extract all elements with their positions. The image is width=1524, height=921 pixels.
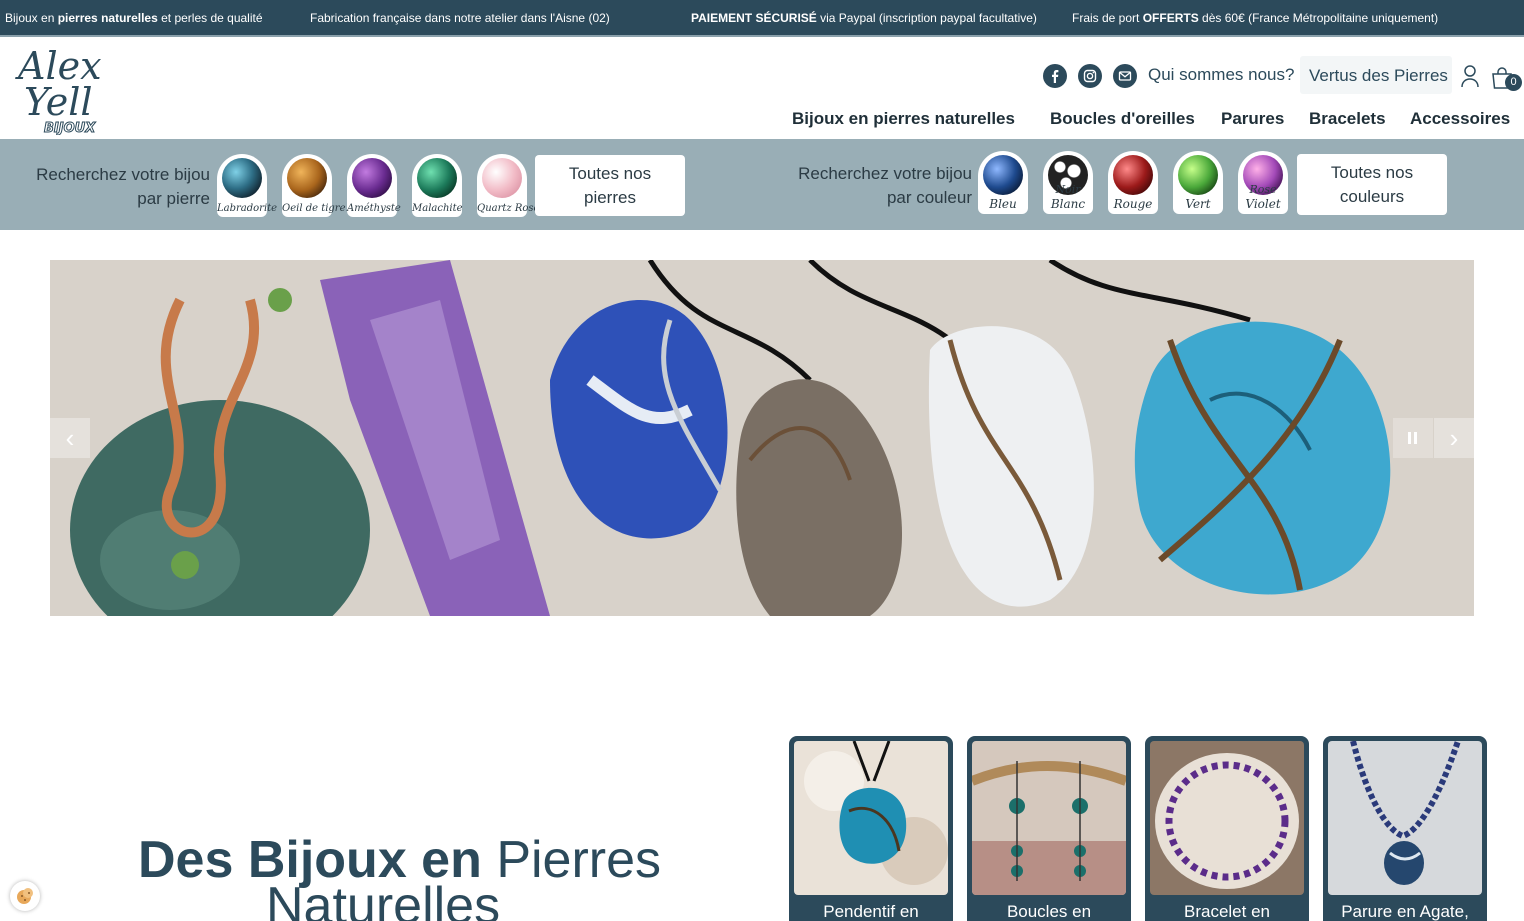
headline-regular: Pierres [481,831,662,889]
cart-count-badge: 0 [1505,74,1522,91]
color-chip-label: Rose [1249,183,1277,196]
cookie-settings-button[interactable] [10,881,40,911]
product-card[interactable]: Pendentif en [789,736,953,921]
stone-chip-label: Quartz Rose [477,203,540,214]
red-swatch [1113,155,1153,195]
button-line: Toutes nos [1330,162,1414,182]
color-chip-label: Bleu [989,197,1017,211]
product-title: Bracelet en [1184,902,1270,921]
stone-chip-quartz-rose[interactable]: Quartz Rose [477,154,540,217]
logo-line3: BIJOUX [44,121,96,135]
stone-chip-label: Labradorite [217,203,278,214]
product-image [972,741,1126,895]
color-chip-rouge[interactable]: Rouge [1108,151,1158,214]
green-swatch [1178,155,1218,195]
stone-chip-label: Améthyste [347,203,401,214]
stone-chip-malachite[interactable]: Malachite [412,154,463,217]
announcement-bar: Bijoux en pierres naturelles et perles d… [0,0,1524,37]
tiger-eye-swatch [287,158,327,198]
color-chip-label: Vert [1185,197,1211,211]
facebook-icon[interactable] [1043,64,1067,88]
announcement-text: dès 60€ (France Métropolitaine uniquemen… [1198,11,1439,25]
instagram-icon[interactable] [1078,64,1102,88]
stone-virtues-label: Vertus des Pierres [1309,66,1448,85]
filter-band: Recherchez votre bijou par pierre Labrad… [0,139,1524,230]
jewelry-pendants-photo [50,260,1474,616]
user-icon[interactable] [1460,64,1480,88]
product-title: Boucles en [1006,902,1092,921]
about-link[interactable]: Qui sommes nous? [1148,65,1294,85]
chevron-left-icon: ‹ [65,422,75,453]
announcement-text: Bijoux en [5,11,58,25]
mail-icon[interactable] [1113,64,1137,88]
search-by-color-label: Recherchez votre bijou par couleur [798,162,972,210]
product-image [1328,741,1482,895]
label-line: par pierre [137,189,210,208]
color-chip-vert[interactable]: Vert [1173,151,1223,214]
stone-chip-amethyste[interactable]: Améthyste [347,154,401,217]
product-image [1150,741,1304,895]
malachite-swatch [417,158,457,198]
nav-item-parures[interactable]: Parures [1221,109,1284,129]
announcement-bold: pierres naturelles [57,11,158,25]
slider-prev-button[interactable]: ‹ [50,418,90,458]
chevron-right-icon: › [1449,422,1459,453]
announcement-text: et perles de qualité [157,11,263,25]
logo-line2: Yell [24,80,93,124]
stone-chip-labradorite[interactable]: Labradorite [217,154,278,217]
stone-chip-label: Malachite [412,203,463,214]
announcement-french-made: Fabrication française dans notre atelier… [310,11,610,25]
label-line: Recherchez votre bijou [36,165,210,184]
slider-next-button[interactable]: › [1434,418,1474,458]
label-line: Recherchez votre bijou [798,164,972,183]
stone-virtues-link[interactable]: Vertus des Pierres [1300,56,1452,94]
color-chip-label: Blanc [1050,197,1086,211]
announcement-text: Frais de port [1072,11,1143,25]
announcement-shipping: Frais de port OFFERTS dès 60€ (France Mé… [1072,11,1438,25]
site-logo[interactable]: Alex Yell BIJOUX [14,43,118,135]
color-chip-label: Rouge [1113,197,1153,211]
color-chip-noir-blanc[interactable]: Noir Blanc [1043,151,1093,214]
cookie-icon [17,888,33,904]
announcement-text: via Paypal (inscription paypal facultati… [816,11,1037,25]
product-title: Parure en Agate, [1341,902,1469,921]
site-header: Alex Yell BIJOUX Qui sommes nous? Vertus… [0,39,1524,139]
headline-line2: Naturelles [266,877,501,921]
announcement-natural-stones: Bijoux en pierres naturelles et perles d… [5,11,263,25]
product-card[interactable]: Boucles en [967,736,1131,921]
nav-item-boucles[interactable]: Boucles d'oreilles [1050,109,1195,129]
blue-swatch [983,155,1023,195]
button-line: Toutes nos [568,163,652,183]
color-chip-label: Violet [1245,197,1281,211]
nav-item-bijoux[interactable]: Bijoux en pierres naturelles [792,109,1015,129]
label-line: par couleur [886,188,972,207]
button-line: couleurs [1339,186,1405,206]
stone-chip-oeil-de-tigre[interactable]: Oeil de tigre [282,154,346,217]
hero-slider-image[interactable] [50,260,1474,616]
rose-quartz-swatch [482,158,522,198]
product-title: Pendentif en [823,902,919,921]
nav-item-accessoires[interactable]: Accessoires [1410,109,1510,129]
section-headline: Des Bijoux en Pierres Naturelles [138,834,661,921]
labradorite-swatch [222,158,262,198]
color-chip-rose-violet[interactable]: Rose Violet [1238,151,1288,214]
product-image [794,741,948,895]
nav-item-bracelets[interactable]: Bracelets [1309,109,1386,129]
search-by-stone-label: Recherchez votre bijou par pierre [36,163,210,211]
all-colors-button[interactable]: Toutes nos couleurs [1297,154,1447,215]
color-chip-bleu[interactable]: Bleu [978,151,1028,214]
announcement-secure-payment: PAIEMENT SÉCURISÉ via Paypal (inscriptio… [691,11,1037,25]
product-card[interactable]: Bracelet en [1145,736,1309,921]
amethyst-swatch [352,158,392,198]
stone-chip-label: Oeil de tigre [282,203,346,214]
all-stones-button[interactable]: Toutes nos pierres [535,155,685,216]
product-card[interactable]: Parure en Agate, [1323,736,1487,921]
pause-icon [1408,432,1417,444]
announcement-bold: OFFERTS [1142,11,1199,25]
announcement-bold: PAIEMENT SÉCURISÉ [691,11,817,25]
slider-pause-button[interactable] [1393,418,1433,458]
button-line: pierres [584,187,636,207]
color-chip-label: Noir [1055,183,1081,196]
